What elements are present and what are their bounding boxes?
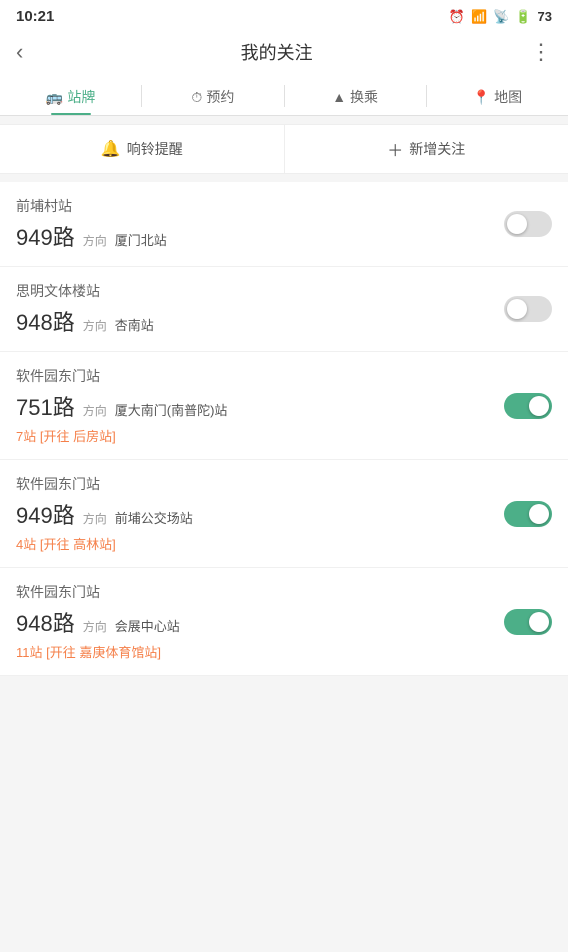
list-item: 思明文体楼站 948路 方向 杏南站 bbox=[0, 267, 568, 352]
item-content: 软件园东门站 949路 方向 前埔公交场站 4站 [开往 高林站] bbox=[16, 474, 492, 553]
toggle-2[interactable] bbox=[504, 393, 552, 419]
status-time: 10:21 bbox=[16, 8, 54, 25]
page-title: 我的关注 bbox=[241, 39, 313, 65]
tab-transfer[interactable]: ▲ 换乘 bbox=[285, 77, 426, 115]
item-direction: 厦门北站 bbox=[115, 230, 167, 249]
status-bar: 10:21 ⏰ 📶 📡 🔋 73 bbox=[0, 0, 568, 29]
alarm-icon: ⏰ bbox=[449, 9, 465, 25]
item-route-row: 949路 方向 厦门北站 bbox=[16, 220, 492, 252]
item-route-row: 948路 方向 会展中心站 bbox=[16, 606, 492, 638]
plus-icon: ＋ bbox=[387, 137, 403, 161]
item-direction: 厦大南门(南普陀)站 bbox=[115, 400, 228, 419]
toggle-1[interactable] bbox=[504, 296, 552, 322]
item-direction-label: 方向 bbox=[83, 232, 107, 249]
item-content: 软件园东门站 948路 方向 会展中心站 11站 [开往 嘉庚体育馆站] bbox=[16, 582, 492, 661]
list-item: 软件园东门站 948路 方向 会展中心站 11站 [开往 嘉庚体育馆站] bbox=[0, 568, 568, 676]
item-content: 软件园东门站 751路 方向 厦大南门(南普陀)站 7站 [开往 后房站] bbox=[16, 366, 492, 445]
tab-station[interactable]: 🚌 站牌 bbox=[0, 77, 141, 115]
item-route-number: 948路 bbox=[16, 305, 75, 337]
toggle-knob-0 bbox=[507, 214, 527, 234]
wifi-icon: 📶 bbox=[471, 9, 487, 25]
item-direction-label: 方向 bbox=[83, 510, 107, 527]
battery-level: 73 bbox=[538, 9, 552, 24]
item-info: 4站 [开往 高林站] bbox=[16, 534, 492, 553]
toggle-3[interactable] bbox=[504, 501, 552, 527]
bus-icon: 🚌 bbox=[46, 89, 63, 106]
item-direction: 前埔公交场站 bbox=[115, 508, 193, 527]
bell-icon: 🔔 bbox=[101, 139, 121, 159]
add-follow-label: 新增关注 bbox=[409, 139, 465, 159]
item-route-row: 949路 方向 前埔公交场站 bbox=[16, 498, 492, 530]
tab-transfer-label: 换乘 bbox=[350, 87, 378, 107]
tab-bar: 🚌 站牌 ⏱ 预约 ▲ 换乘 📍 地图 bbox=[0, 77, 568, 116]
toggle-knob-3 bbox=[529, 504, 549, 524]
item-info: 11站 [开往 嘉庚体育馆站] bbox=[16, 642, 492, 661]
toggle-0[interactable] bbox=[504, 211, 552, 237]
follow-list: 前埔村站 949路 方向 厦门北站 思明文体楼站 948路 方向 杏南站 软 bbox=[0, 182, 568, 676]
tab-map-label: 地图 bbox=[494, 87, 522, 107]
clock-icon: ⏱ bbox=[191, 89, 202, 106]
map-icon: 📍 bbox=[473, 89, 490, 106]
tab-map[interactable]: 📍 地图 bbox=[427, 77, 568, 115]
item-station-name: 前埔村站 bbox=[16, 196, 492, 216]
list-item: 前埔村站 949路 方向 厦门北站 bbox=[0, 182, 568, 267]
item-route-number: 751路 bbox=[16, 390, 75, 422]
bell-reminder-button[interactable]: 🔔 响铃提醒 bbox=[0, 125, 285, 173]
item-station-name: 软件园东门站 bbox=[16, 474, 492, 494]
status-icons: ⏰ 📶 📡 🔋 73 bbox=[449, 9, 552, 25]
item-direction-label: 方向 bbox=[83, 618, 107, 635]
battery-icon: 🔋 bbox=[515, 9, 531, 25]
item-route-number: 949路 bbox=[16, 498, 75, 530]
tab-booking-label: 预约 bbox=[206, 87, 234, 107]
toggle-knob-1 bbox=[507, 299, 527, 319]
back-button[interactable]: ‹ bbox=[16, 39, 23, 65]
more-button[interactable]: ⋮ bbox=[530, 39, 552, 65]
list-item: 软件园东门站 751路 方向 厦大南门(南普陀)站 7站 [开往 后房站] bbox=[0, 352, 568, 460]
signal-icon: 📡 bbox=[493, 9, 509, 25]
item-station-name: 思明文体楼站 bbox=[16, 281, 492, 301]
toggle-knob-4 bbox=[529, 612, 549, 632]
tab-station-label: 站牌 bbox=[67, 87, 95, 107]
toggle-4[interactable] bbox=[504, 609, 552, 635]
list-item: 软件园东门站 949路 方向 前埔公交场站 4站 [开往 高林站] bbox=[0, 460, 568, 568]
item-direction-label: 方向 bbox=[83, 317, 107, 334]
bell-reminder-label: 响铃提醒 bbox=[127, 139, 183, 159]
item-direction: 杏南站 bbox=[115, 315, 154, 334]
item-info: 7站 [开往 后房站] bbox=[16, 426, 492, 445]
header: ‹ 我的关注 ⋮ bbox=[0, 29, 568, 77]
item-route-number: 948路 bbox=[16, 606, 75, 638]
item-station-name: 软件园东门站 bbox=[16, 366, 492, 386]
item-content: 前埔村站 949路 方向 厦门北站 bbox=[16, 196, 492, 252]
item-content: 思明文体楼站 948路 方向 杏南站 bbox=[16, 281, 492, 337]
item-route-number: 949路 bbox=[16, 220, 75, 252]
item-direction: 会展中心站 bbox=[115, 616, 180, 635]
item-route-row: 948路 方向 杏南站 bbox=[16, 305, 492, 337]
add-follow-button[interactable]: ＋ 新增关注 bbox=[285, 125, 568, 173]
transfer-icon: ▲ bbox=[332, 89, 346, 105]
item-route-row: 751路 方向 厦大南门(南普陀)站 bbox=[16, 390, 492, 422]
item-direction-label: 方向 bbox=[83, 402, 107, 419]
toggle-knob-2 bbox=[529, 396, 549, 416]
action-bar: 🔔 响铃提醒 ＋ 新增关注 bbox=[0, 124, 568, 174]
item-station-name: 软件园东门站 bbox=[16, 582, 492, 602]
tab-booking[interactable]: ⏱ 预约 bbox=[142, 77, 283, 115]
